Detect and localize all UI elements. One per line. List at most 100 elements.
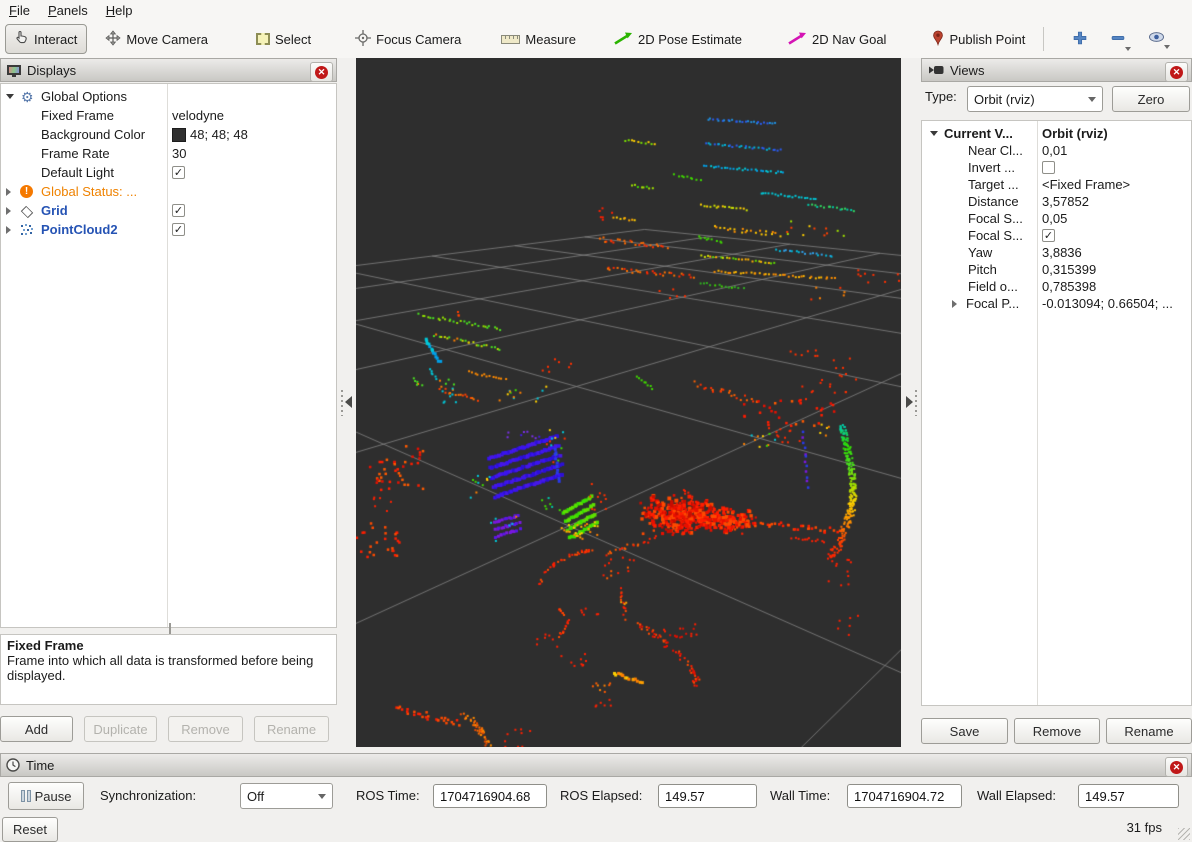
tree-row-focal-shape-fixed[interactable]: Focal S... <box>922 227 1191 244</box>
chevron-down-icon <box>318 794 326 799</box>
expander-icon[interactable] <box>6 188 11 196</box>
tree-label: Yaw <box>968 245 1034 260</box>
interact-tool-button[interactable]: Interact <box>5 24 87 54</box>
wall-time-field[interactable] <box>847 784 962 808</box>
checkbox[interactable] <box>172 204 185 217</box>
time-panel-header[interactable]: Time ✕ <box>0 753 1192 777</box>
right-splitter[interactable] <box>901 58 921 747</box>
tree-row-frame-rate[interactable]: Frame Rate 30 <box>1 144 336 163</box>
tree-label: Frame Rate <box>41 146 110 161</box>
tree-label: Default Light <box>41 165 114 180</box>
tree-row-invert-z[interactable]: Invert ... <box>922 159 1191 176</box>
expander-icon[interactable] <box>6 226 11 234</box>
rename-view-button[interactable]: Rename <box>1106 718 1192 744</box>
tree-value[interactable]: <Fixed Frame> <box>1042 177 1130 192</box>
tree-value[interactable]: 3,57852 <box>1042 194 1089 209</box>
tree-value[interactable]: 0,315399 <box>1042 262 1096 277</box>
rename-button[interactable]: Rename <box>254 716 329 742</box>
tree-value[interactable]: 48; 48; 48 <box>172 127 248 142</box>
select-tool-button[interactable]: Select <box>246 26 321 53</box>
add-tool-button[interactable] <box>1066 26 1094 53</box>
tree-value[interactable]: velodyne <box>172 108 224 123</box>
save-button[interactable]: Save <box>921 718 1008 744</box>
displays-panel: Displays ✕ ⚙ Global Options Fixed Frame … <box>0 58 337 747</box>
view-type-dropdown[interactable]: Orbit (rviz) <box>967 86 1103 112</box>
tree-row-default-light[interactable]: Default Light <box>1 163 336 182</box>
tree-value[interactable]: 0,05 <box>1042 211 1067 226</box>
checkbox[interactable] <box>1042 161 1055 174</box>
measure-icon <box>501 35 520 44</box>
ros-time-field[interactable] <box>433 784 547 808</box>
remove-tool-button[interactable] <box>1104 26 1132 53</box>
menu-help[interactable]: Help <box>97 2 142 19</box>
chevron-down-icon <box>1125 47 1131 51</box>
tree-row-field-of-view[interactable]: Field o... 0,785398 <box>922 278 1191 295</box>
checkbox[interactable] <box>1042 229 1055 242</box>
checkbox[interactable] <box>172 166 185 179</box>
menu-file[interactable]: File <box>0 2 39 19</box>
synchronization-value: Off <box>247 789 264 804</box>
displays-panel-header[interactable]: Displays ✕ <box>0 58 337 82</box>
pose-estimate-tool-button[interactable]: 2D Pose Estimate <box>604 25 752 54</box>
remove-view-button[interactable]: Remove <box>1014 718 1100 744</box>
tool-label: 2D Nav Goal <box>812 32 886 47</box>
gear-icon: ⚙ <box>21 90 34 104</box>
tree-label: Distance <box>968 194 1034 209</box>
checkbox[interactable] <box>172 223 185 236</box>
tree-row-yaw[interactable]: Yaw 3,8836 <box>922 244 1191 261</box>
expander-icon[interactable] <box>930 131 938 136</box>
tree-value[interactable]: 3,8836 <box>1042 245 1082 260</box>
publish-point-tool-button[interactable]: Publish Point <box>922 24 1035 55</box>
tree-row-current-view[interactable]: Current V... Orbit (rviz) <box>922 125 1191 142</box>
wall-elapsed-field[interactable] <box>1078 784 1179 808</box>
tree-label: Background Color <box>41 127 145 142</box>
collapse-right-icon[interactable] <box>906 396 913 408</box>
tree-row-pitch[interactable]: Pitch 0,315399 <box>922 261 1191 278</box>
remove-button[interactable]: Remove <box>168 716 243 742</box>
tree-row-fixed-frame[interactable]: Fixed Frame velodyne <box>1 106 336 125</box>
tree-label: Near Cl... <box>968 143 1034 158</box>
tree-label: Current V... <box>944 126 1034 141</box>
expander-icon[interactable] <box>6 94 14 99</box>
tree-value[interactable]: 0,785398 <box>1042 279 1096 294</box>
left-splitter[interactable] <box>337 58 356 747</box>
tree-row-grid[interactable]: Grid <box>1 201 336 220</box>
tree-value[interactable]: 30 <box>172 146 186 161</box>
tree-row-focal-point[interactable]: Focal P... -0.013094; 0.66504; ... <box>922 295 1191 312</box>
expander-icon[interactable] <box>952 300 957 308</box>
tree-label: Fixed Frame <box>41 108 114 123</box>
tree-value[interactable]: 0,01 <box>1042 143 1067 158</box>
focus-camera-tool-button[interactable]: Focus Camera <box>345 24 471 55</box>
measure-tool-button[interactable]: Measure <box>491 26 586 53</box>
menu-panels[interactable]: Panels <box>39 2 97 19</box>
close-button[interactable]: ✕ <box>310 62 333 82</box>
move-camera-tool-button[interactable]: Move Camera <box>95 24 218 55</box>
views-panel-header[interactable]: Views ✕ <box>921 58 1192 82</box>
resize-grip[interactable] <box>1178 828 1190 840</box>
close-button[interactable]: ✕ <box>1165 757 1188 777</box>
add-button[interactable]: Add <box>0 716 73 742</box>
ros-elapsed-field[interactable] <box>658 784 757 808</box>
main-viewport[interactable] <box>356 58 901 747</box>
fps-counter: 31 fps <box>1127 820 1162 835</box>
tree-row-focal-shape-size[interactable]: Focal S... 0,05 <box>922 210 1191 227</box>
tree-value[interactable]: -0.013094; 0.66504; ... <box>1042 296 1190 311</box>
zero-button[interactable]: Zero <box>1112 86 1190 112</box>
tool-label: Interact <box>34 32 77 47</box>
collapse-left-icon[interactable] <box>345 396 352 408</box>
pause-button[interactable]: Pause <box>8 782 84 810</box>
reset-button[interactable]: Reset <box>2 817 58 842</box>
tree-row-global-status[interactable]: ! Global Status: ... <box>1 182 336 201</box>
tool-visibility-button[interactable] <box>1142 27 1171 51</box>
close-button[interactable]: ✕ <box>1165 62 1188 82</box>
synchronization-dropdown[interactable]: Off <box>240 783 333 809</box>
tree-row-pointcloud2[interactable]: PointCloud2 <box>1 220 336 239</box>
expander-icon[interactable] <box>6 207 11 215</box>
tree-row-target-frame[interactable]: Target ... <Fixed Frame> <box>922 176 1191 193</box>
duplicate-button[interactable]: Duplicate <box>84 716 157 742</box>
tree-row-distance[interactable]: Distance 3,57852 <box>922 193 1191 210</box>
tree-row-background-color[interactable]: Background Color 48; 48; 48 <box>1 125 336 144</box>
tree-row-global-options[interactable]: ⚙ Global Options <box>1 87 336 106</box>
nav-goal-tool-button[interactable]: 2D Nav Goal <box>778 25 896 54</box>
tree-row-near-clip[interactable]: Near Cl... 0,01 <box>922 142 1191 159</box>
